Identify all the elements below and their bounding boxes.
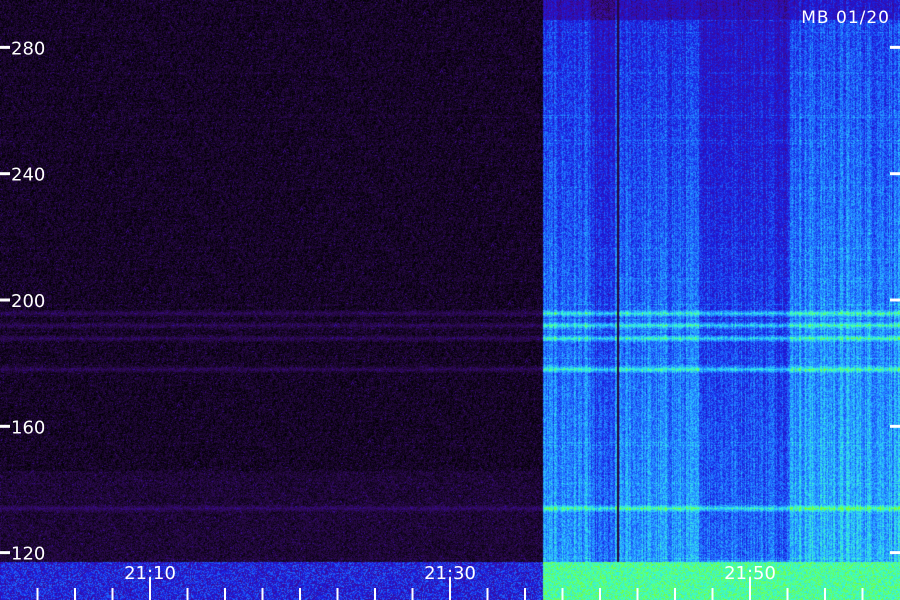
x-tick-label: 21:30 [424,563,476,584]
x-tick-label: 21:50 [724,563,776,584]
x-axis: 21:10 21:30 21:50 [36,563,864,600]
y-tick-label: 160 [11,417,45,438]
y-tick-label: 200 [11,291,45,312]
station-label: MB 01/20 [801,8,890,28]
y-axis-right [890,45,900,555]
y-tick-label: 240 [11,165,45,186]
x-tick-label: 21:10 [124,563,176,584]
chart-overlay: 280 240 200 160 120 21:10 21:30 21:50 MB 01/20 [0,8,900,600]
y-axis-left: 280 240 200 160 120 [0,38,45,565]
y-tick-label: 120 [11,544,45,565]
y-tick-label: 280 [11,38,45,59]
